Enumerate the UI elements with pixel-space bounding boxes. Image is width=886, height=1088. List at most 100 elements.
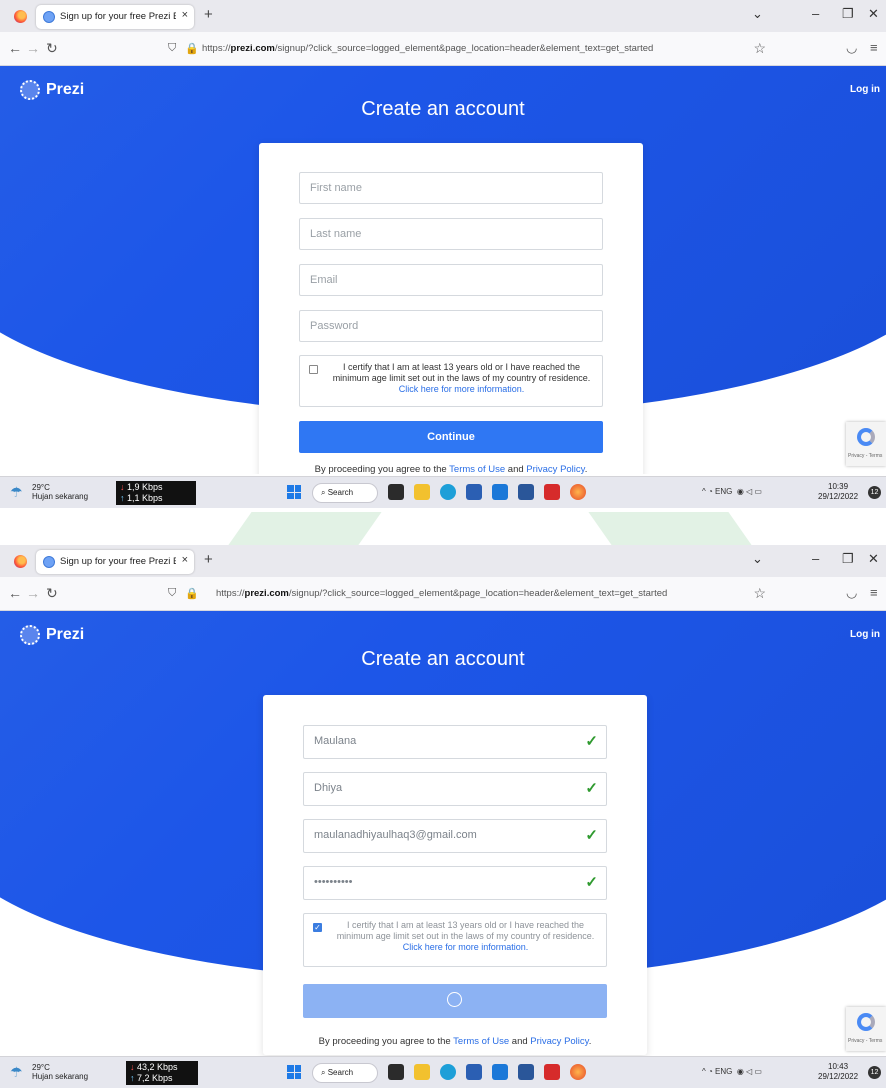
star-icon[interactable]: ☆ [753, 585, 766, 602]
lync-icon[interactable] [492, 484, 508, 500]
last-name-placeholder: Last name [310, 228, 362, 240]
firefox-taskbar-icon[interactable] [570, 1064, 586, 1080]
tray-icons[interactable]: ^ ◔ ENG ◉ ◁ ▭ [702, 487, 762, 496]
age-certify-checkbox[interactable]: ✓ [313, 923, 322, 932]
more-info-link[interactable]: Click here for more information. [399, 384, 525, 394]
login-link[interactable]: Log in [850, 84, 880, 95]
tab-title: Sign up for your free Prezi Basic [60, 556, 176, 567]
recaptcha-badge[interactable]: Privacy - Terms [846, 422, 886, 466]
reload-icon[interactable]: ↻ [46, 585, 58, 602]
password-input[interactable]: Password [299, 310, 603, 342]
tab-list-icon[interactable]: ⌄ [752, 6, 763, 22]
terms-link[interactable]: Terms of Use [453, 1036, 509, 1047]
taskbar-search-button[interactable]: ⌕ Search [312, 483, 378, 503]
weather-icon[interactable]: ☂ [10, 484, 28, 500]
terms-link[interactable]: Terms of Use [449, 464, 505, 474]
continue-button-loading[interactable] [303, 984, 607, 1018]
recaptcha-icon [857, 1013, 875, 1031]
menu-icon[interactable]: ≡ [870, 40, 878, 55]
minimize-icon[interactable]: – [812, 551, 819, 566]
notification-badge[interactable]: 12 [868, 486, 881, 499]
windows-start-icon[interactable] [287, 485, 301, 499]
continue-button[interactable]: Continue [299, 421, 603, 453]
last-name-input[interactable]: Last name [299, 218, 603, 250]
tab-title: Sign up for your free Prezi Basic [60, 11, 176, 22]
word-icon[interactable] [518, 484, 534, 500]
url-text[interactable]: https://prezi.com/signup/?click_source=l… [202, 43, 653, 54]
age-certify-checkbox[interactable] [309, 365, 318, 374]
watermark-shape [588, 512, 752, 545]
clock[interactable]: 10:39 29/12/2022 [818, 482, 858, 502]
new-tab-button[interactable]: + [204, 551, 213, 568]
acrobat-icon[interactable] [544, 1064, 560, 1080]
lync-icon[interactable] [492, 1064, 508, 1080]
tray-icons[interactable]: ^ ◔ ENG ◉ ◁ ▭ [702, 1067, 762, 1076]
restore-icon[interactable]: ❐ [842, 551, 854, 567]
browser-tab[interactable]: Sign up for your free Prezi Basic × [36, 5, 194, 29]
reload-icon[interactable]: ↻ [46, 40, 58, 57]
acrobat-icon[interactable] [544, 484, 560, 500]
recaptcha-badge[interactable]: Privacy - Terms [846, 1007, 886, 1051]
checkmark-icon: ✓ [585, 827, 598, 844]
close-tab-icon[interactable]: × [182, 9, 188, 21]
shield-icon[interactable]: ⛉ [168, 42, 176, 55]
browser-tab[interactable]: Sign up for your free Prezi Basic × [36, 550, 194, 574]
task-view-icon[interactable] [388, 484, 404, 500]
task-view-icon[interactable] [388, 1064, 404, 1080]
back-icon[interactable]: ← [8, 585, 22, 601]
logo-text: Prezi [46, 626, 85, 643]
weather-icon[interactable]: ☂ [10, 1064, 28, 1080]
pocket-icon[interactable]: ◡ [846, 40, 857, 56]
close-window-icon[interactable]: ✕ [868, 6, 879, 22]
lock-icon[interactable]: 🔒 [185, 42, 199, 55]
windows-start-icon[interactable] [287, 1065, 301, 1079]
close-tab-icon[interactable]: × [182, 554, 188, 566]
weather-widget[interactable]: 29°C Hujan sekarang [32, 1063, 88, 1081]
first-name-input[interactable]: Maulana ✓ [303, 725, 607, 759]
password-input[interactable]: •••••••••• ✓ [303, 866, 607, 900]
weather-widget[interactable]: 29°C Hujan sekarang [32, 483, 88, 501]
shield-icon[interactable]: ⛉ [168, 587, 176, 600]
file-explorer-icon[interactable] [414, 484, 430, 500]
prezi-logo[interactable]: Prezi [20, 625, 84, 645]
taskbar-search-button[interactable]: ⌕ Search [312, 1063, 378, 1083]
network-speed-meter: ↓ 43,2 Kbps ↑ 7,2 Kbps [126, 1061, 198, 1085]
file-explorer-icon[interactable] [414, 1064, 430, 1080]
star-icon[interactable]: ☆ [753, 40, 766, 57]
page-title: Create an account [361, 98, 525, 120]
url-text[interactable]: https://prezi.com/signup/?click_source=l… [216, 588, 667, 599]
store-icon[interactable] [466, 484, 482, 500]
signup-card: First name Last name Email Password I ce… [259, 143, 643, 474]
url-bar[interactable]: ⛉ 🔒 https://prezi.com/signup/?click_sour… [160, 582, 780, 606]
more-info-link[interactable]: Click here for more information. [403, 942, 529, 952]
privacy-link[interactable]: Privacy Policy [526, 464, 584, 474]
edge-icon[interactable] [440, 1064, 456, 1080]
minimize-icon[interactable]: – [812, 6, 819, 21]
restore-icon[interactable]: ❐ [842, 6, 854, 22]
back-icon[interactable]: ← [8, 40, 22, 56]
menu-icon[interactable]: ≡ [870, 585, 878, 600]
login-link[interactable]: Log in [850, 629, 880, 640]
new-tab-button[interactable]: + [204, 6, 213, 23]
edge-icon[interactable] [440, 484, 456, 500]
email-input[interactable]: Email [299, 264, 603, 296]
privacy-link[interactable]: Privacy Policy [530, 1036, 588, 1047]
checkmark-icon: ✓ [585, 874, 598, 891]
prezi-logo[interactable]: Prezi [20, 80, 84, 100]
pocket-icon[interactable]: ◡ [846, 585, 857, 601]
forward-icon[interactable]: → [26, 585, 40, 601]
first-name-input[interactable]: First name [299, 172, 603, 204]
notification-badge[interactable]: 12 [868, 1066, 881, 1079]
email-input[interactable]: maulanadhiyaulhaq3@gmail.com ✓ [303, 819, 607, 853]
url-bar[interactable]: ⛉ 🔒 https://prezi.com/signup/?click_sour… [160, 37, 780, 61]
clock[interactable]: 10:43 29/12/2022 [818, 1062, 858, 1082]
tab-list-icon[interactable]: ⌄ [752, 551, 763, 567]
checkmark-icon: ✓ [585, 733, 598, 750]
store-icon[interactable] [466, 1064, 482, 1080]
forward-icon[interactable]: → [26, 40, 40, 56]
firefox-taskbar-icon[interactable] [570, 484, 586, 500]
word-icon[interactable] [518, 1064, 534, 1080]
close-window-icon[interactable]: ✕ [868, 551, 879, 567]
lock-icon[interactable]: 🔒 [185, 587, 199, 600]
last-name-input[interactable]: Dhiya ✓ [303, 772, 607, 806]
